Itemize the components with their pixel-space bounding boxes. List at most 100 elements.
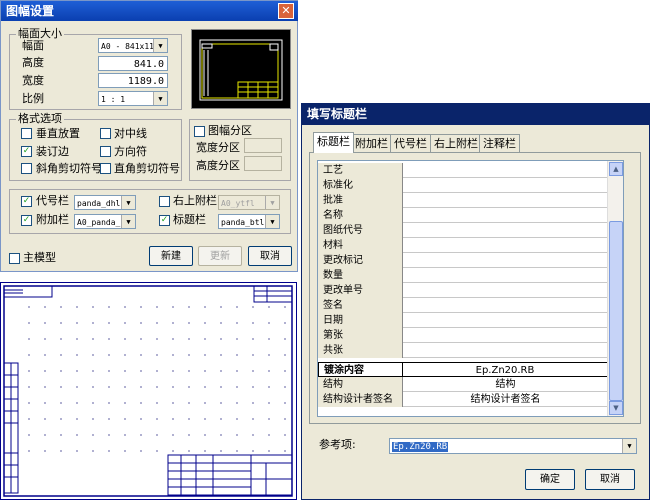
- table-row[interactable]: 签名: [318, 298, 608, 313]
- table-row[interactable]: 名称: [318, 208, 608, 223]
- scale-label: 比例: [22, 92, 44, 105]
- chevron-down-icon[interactable]: ▼: [121, 215, 135, 228]
- table-row[interactable]: 更改标记: [318, 253, 608, 268]
- table-row[interactable]: 结构设计者签名 结构设计者签名: [318, 392, 608, 407]
- table-row[interactable]: 共张: [318, 343, 608, 358]
- table-row[interactable]: 数量: [318, 268, 608, 283]
- tab-notes-bar[interactable]: 注释栏: [479, 134, 520, 152]
- field-name: 签名: [318, 298, 403, 313]
- bevel-cut-checkbox[interactable]: [21, 163, 32, 174]
- drawing-canvas[interactable]: [0, 282, 297, 500]
- field-value[interactable]: [403, 343, 608, 358]
- upper-right-bar-value: A0_ytfl: [221, 199, 255, 208]
- field-value[interactable]: Ep.Zn20.RB: [403, 362, 608, 377]
- table-row[interactable]: 批准: [318, 193, 608, 208]
- field-value[interactable]: [403, 268, 608, 283]
- scale-select[interactable]: 1 : 1 ▼: [98, 91, 168, 106]
- field-name: 材料: [318, 238, 403, 253]
- field-value[interactable]: [403, 178, 608, 193]
- reference-select[interactable]: Ep.Zn20.RB ▼: [389, 438, 637, 454]
- table-row[interactable]: 工艺: [318, 163, 608, 178]
- table-row[interactable]: 结构 结构: [318, 377, 608, 392]
- cancel-button[interactable]: 取消: [248, 246, 292, 266]
- tab-code-bar[interactable]: 代号栏: [390, 134, 431, 152]
- new-button[interactable]: 新建: [149, 246, 193, 266]
- chevron-down-icon[interactable]: ▼: [622, 439, 636, 453]
- table-row[interactable]: 日期: [318, 313, 608, 328]
- scroll-up-icon[interactable]: ▲: [609, 162, 623, 176]
- binding-edge-checkbox[interactable]: ✓: [21, 146, 32, 157]
- chevron-down-icon[interactable]: ▼: [153, 39, 167, 52]
- field-value[interactable]: [403, 328, 608, 343]
- drawing-dot-grid: [21, 299, 291, 453]
- dialog2-cancel-button[interactable]: 取消: [585, 469, 635, 490]
- field-name: 结构: [318, 377, 403, 392]
- format-options-legend: 格式选项: [16, 112, 64, 125]
- attach-bar-select[interactable]: A0_panda_fjl ▼: [74, 214, 136, 229]
- scroll-thumb[interactable]: [609, 221, 623, 401]
- width-zone-input[interactable]: [244, 138, 282, 153]
- chevron-down-icon[interactable]: ▼: [265, 215, 279, 228]
- scale-value: 1 : 1: [101, 95, 126, 104]
- field-value[interactable]: [403, 193, 608, 208]
- field-name: 共张: [318, 343, 403, 358]
- title-bar-select[interactable]: panda_btl1 ▼: [218, 214, 280, 229]
- format-select[interactable]: A0 - 841x1189 ▼: [98, 38, 168, 53]
- field-value[interactable]: [403, 208, 608, 223]
- direction-mark-checkbox[interactable]: [100, 146, 111, 157]
- center-line-checkbox[interactable]: [100, 128, 111, 139]
- chevron-down-icon[interactable]: ▼: [265, 196, 279, 209]
- upper-right-bar-checkbox[interactable]: [159, 196, 170, 207]
- field-value[interactable]: [403, 163, 608, 178]
- upper-right-bar-select[interactable]: A0_ytfl ▼: [218, 195, 280, 210]
- field-name: 更改标记: [318, 253, 403, 268]
- field-value[interactable]: [403, 238, 608, 253]
- field-value[interactable]: [403, 313, 608, 328]
- table-row[interactable]: 更改单号: [318, 283, 608, 298]
- tab-upper-right-bar[interactable]: 右上附栏: [430, 134, 482, 152]
- title-bar-checkbox[interactable]: ✓: [159, 215, 170, 226]
- chevron-down-icon[interactable]: ▼: [153, 92, 167, 105]
- field-name: 数量: [318, 268, 403, 283]
- frame-settings-dialog: 图幅设置 ✕ 幅面大小 幅面 A0 - 841x1189 ▼ 高度 841.0 …: [0, 0, 298, 272]
- tab-attach-bar[interactable]: 附加栏: [351, 134, 392, 152]
- field-value[interactable]: [403, 253, 608, 268]
- field-value[interactable]: 结构设计者签名: [403, 392, 608, 407]
- code-bar-checkbox[interactable]: ✓: [21, 196, 32, 207]
- field-name: 图纸代号: [318, 223, 403, 238]
- master-model-checkbox[interactable]: [9, 253, 20, 264]
- field-value[interactable]: [403, 283, 608, 298]
- field-value[interactable]: [403, 223, 608, 238]
- dialog-title-bar[interactable]: 图幅设置: [1, 1, 298, 21]
- vertical-scrollbar[interactable]: ▲ ▼: [607, 161, 623, 416]
- table-row[interactable]: 标准化: [318, 178, 608, 193]
- zone-enable-checkbox[interactable]: [194, 126, 205, 137]
- frame-preview-drawing: [199, 39, 283, 101]
- height-zone-input[interactable]: [244, 156, 282, 171]
- table-row-selected[interactable]: 镀涂内容 Ep.Zn20.RB: [318, 362, 608, 377]
- code-bar-select[interactable]: panda_dhl ▼: [74, 195, 136, 210]
- scroll-down-icon[interactable]: ▼: [609, 401, 623, 415]
- vertical-placement-checkbox[interactable]: [21, 128, 32, 139]
- width-input[interactable]: 1189.0: [98, 73, 168, 88]
- attach-bar-label: 附加栏: [36, 213, 69, 226]
- field-name: 第张: [318, 328, 403, 343]
- height-input[interactable]: 841.0: [98, 56, 168, 71]
- table-row[interactable]: 第张: [318, 328, 608, 343]
- master-model-label: 主模型: [23, 251, 56, 264]
- dialog2-title-bar[interactable]: 填写标题栏: [301, 103, 650, 125]
- chevron-down-icon[interactable]: ▼: [121, 196, 135, 209]
- table-row[interactable]: 材料: [318, 238, 608, 253]
- field-value[interactable]: 结构: [403, 377, 608, 392]
- code-bar-label: 代号栏: [36, 194, 69, 207]
- tab-title-block[interactable]: 标题栏: [313, 132, 354, 153]
- bevel-cut-label: 斜角剪切符号: [36, 162, 102, 175]
- title-block-grid[interactable]: 工艺 标准化 批准 名称 图纸代号 材料 更改标记 数量 更改单号 签名 日期 …: [317, 160, 624, 417]
- ok-button[interactable]: 确定: [525, 469, 575, 490]
- close-icon[interactable]: ✕: [278, 3, 294, 19]
- update-button[interactable]: 更新: [198, 246, 242, 266]
- right-angle-cut-checkbox[interactable]: [100, 163, 111, 174]
- attach-bar-checkbox[interactable]: ✓: [21, 215, 32, 226]
- field-value[interactable]: [403, 298, 608, 313]
- table-row[interactable]: 图纸代号: [318, 223, 608, 238]
